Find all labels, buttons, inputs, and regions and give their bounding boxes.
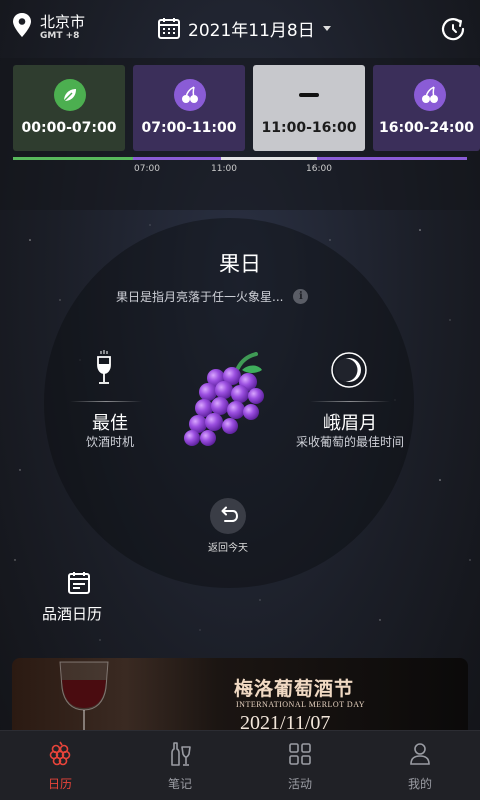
city-name[interactable]: 北京市 (40, 11, 85, 32)
moon-phase-icon (331, 352, 367, 388)
banner-subtitle: INTERNATIONAL MERLOT DAY (236, 700, 366, 709)
slot-range: 07:00-11:00 (141, 120, 237, 136)
tab-label: 日历 (47, 777, 72, 791)
slot-range: 16:00-24:00 (379, 120, 474, 136)
tab-notes[interactable]: 笔记 (120, 731, 240, 800)
date-picker[interactable]: 2021年11月8日 (157, 14, 331, 42)
time-slot-2[interactable]: 07:00-11:00 (133, 65, 245, 151)
merlot-day-banner[interactable]: 梅洛葡萄酒节 INTERNATIONAL MERLOT DAY 2021/11/… (12, 658, 468, 730)
cherry-icon (414, 79, 446, 111)
tab-label: 笔记 (167, 777, 192, 791)
timeline-bar (13, 157, 467, 160)
time-slot-1[interactable]: 00:00-07:00 (13, 65, 125, 151)
grape-calendar-icon (49, 741, 71, 766)
slot-range: 11:00-16:00 (261, 120, 357, 136)
tab-calendar[interactable]: 日历 (0, 731, 120, 800)
undo-arrow-icon (221, 506, 239, 522)
return-today-button[interactable] (210, 498, 246, 534)
wine-glass-icon (97, 350, 111, 384)
leaf-icon (54, 79, 86, 111)
bottom-tab-bar: 日历 笔记 活动 我的 (0, 730, 480, 800)
time-slot-4[interactable]: 16:00-24:00 (373, 65, 480, 151)
moon-phase-title: 峨眉月 (323, 413, 377, 434)
tab-label: 活动 (287, 777, 312, 791)
chevron-down-icon (322, 25, 331, 31)
dash-icon (299, 93, 319, 97)
tab-activities[interactable]: 活动 (240, 731, 360, 800)
return-today-label[interactable]: 返回今天 (190, 539, 266, 554)
day-description-row[interactable]: 果日是指月亮落于任一火象星... i (116, 288, 309, 305)
day-description: 果日是指月亮落于任一火象星... (116, 290, 284, 304)
wine-calendar-icon[interactable] (67, 571, 91, 595)
drinking-timing-subtitle: 饮酒时机 (85, 435, 134, 449)
calendar-icon (158, 18, 180, 39)
location-pin-icon[interactable] (12, 12, 32, 38)
drinking-timing-title: 最佳 (92, 413, 128, 434)
info-icon[interactable]: i (293, 289, 309, 304)
timeline-tick: 11:00 (211, 164, 237, 174)
day-type-title: 果日 (219, 252, 261, 276)
timeline-tick: 16:00 (306, 164, 332, 174)
grid-icon (289, 743, 311, 765)
banner-date: 2021/11/07 (240, 712, 331, 730)
wine-calendar-label[interactable]: 品酒日历 (42, 603, 102, 624)
moon-phase-subtitle: 采收葡萄的最佳时间 (295, 435, 404, 449)
slot-range: 00:00-07:00 (21, 120, 117, 136)
tab-label: 我的 (407, 777, 432, 791)
banner-title: 梅洛葡萄酒节 (234, 678, 355, 700)
cherry-icon (174, 79, 206, 111)
top-header: 北京市 GMT +8 2021年11月8日 (0, 0, 480, 58)
refresh-icon[interactable] (440, 16, 466, 42)
divider (310, 401, 390, 402)
divider (70, 401, 142, 402)
time-slot-3-selected[interactable]: 11:00-16:00 (253, 65, 365, 151)
user-icon (410, 743, 430, 765)
wine-bottle-icon (171, 742, 191, 766)
timeline-tick: 07:00 (134, 164, 160, 174)
grape-icon (184, 352, 264, 446)
time-slot-strip: 00:00-07:00 07:00-11:00 11:00-16:00 16:0… (0, 58, 480, 210)
wine-glass-photo (59, 661, 109, 730)
tab-profile[interactable]: 我的 (360, 731, 480, 800)
selected-date: 2021年11月8日 (188, 20, 315, 41)
timezone-label: GMT +8 (40, 31, 80, 41)
